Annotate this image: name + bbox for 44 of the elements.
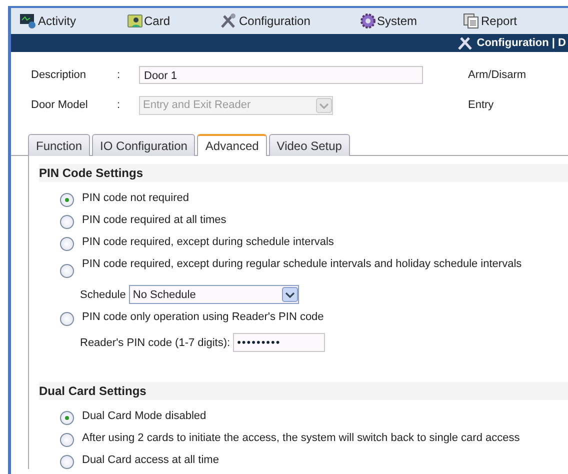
dropdown-caret-icon[interactable] [282,287,298,302]
field-label: Door Model [31,99,89,111]
menu-item[interactable]: Report [455,13,553,29]
menu-item[interactable]: Card [119,13,212,29]
section-header: Dual Card Settings [39,382,568,400]
radio-button[interactable] [60,455,74,469]
radio-button[interactable] [60,215,74,229]
colon: : [117,99,122,111]
menu-item[interactable]: Configuration [212,13,352,29]
option-label: PIN code only operation using Reader's PIN code [82,311,324,324]
colon: : [117,69,122,81]
option-label: PIN code required at all times [82,214,226,227]
breadcrumb: Configuration | D [476,37,566,49]
tab[interactable]: Video Setup [268,134,350,156]
schedule-select[interactable]: No Schedule [128,285,299,304]
pin-input[interactable]: ••••••••• [233,333,326,352]
tab[interactable]: Advanced [197,134,267,156]
radio-button[interactable] [60,433,74,447]
section-header: PIN Code Settings [39,164,568,182]
menu-item[interactable]: System [352,13,455,29]
monitor-icon [19,13,37,29]
id-card-icon [127,13,143,29]
field-label: Schedule [80,288,126,300]
side-label: Arm/Disarm [468,69,526,81]
option-label: PIN code required, except during schedule intervals [82,236,334,249]
tab[interactable]: Function [28,134,90,156]
documents-icon [463,13,480,29]
option-label: PIN code required, except during regular schedule intervals and holiday schedule intervals [82,258,522,271]
radio-button[interactable] [60,264,74,278]
radio-button[interactable] [60,312,74,326]
menu-item[interactable]: Activity [11,13,119,29]
field-label: Reader's PIN code (1-7 digits): [80,336,230,348]
field-label: Description [31,69,88,81]
description-input[interactable]: Door 1 [139,66,423,84]
option-label: PIN code not required [82,192,190,205]
tab[interactable]: IO Configuration [92,134,196,156]
radio-button[interactable] [60,237,74,251]
option-label: Dual Card access at all time [82,454,219,467]
option-label: After using 2 cards to initiate the access, the system will switch back to single card access [82,432,520,445]
side-label: Entry [468,99,494,111]
radio-button[interactable] [60,193,74,207]
option-label: Dual Card Mode disabled [82,410,206,423]
radio-button[interactable] [60,411,74,425]
gear-icon [360,13,376,29]
